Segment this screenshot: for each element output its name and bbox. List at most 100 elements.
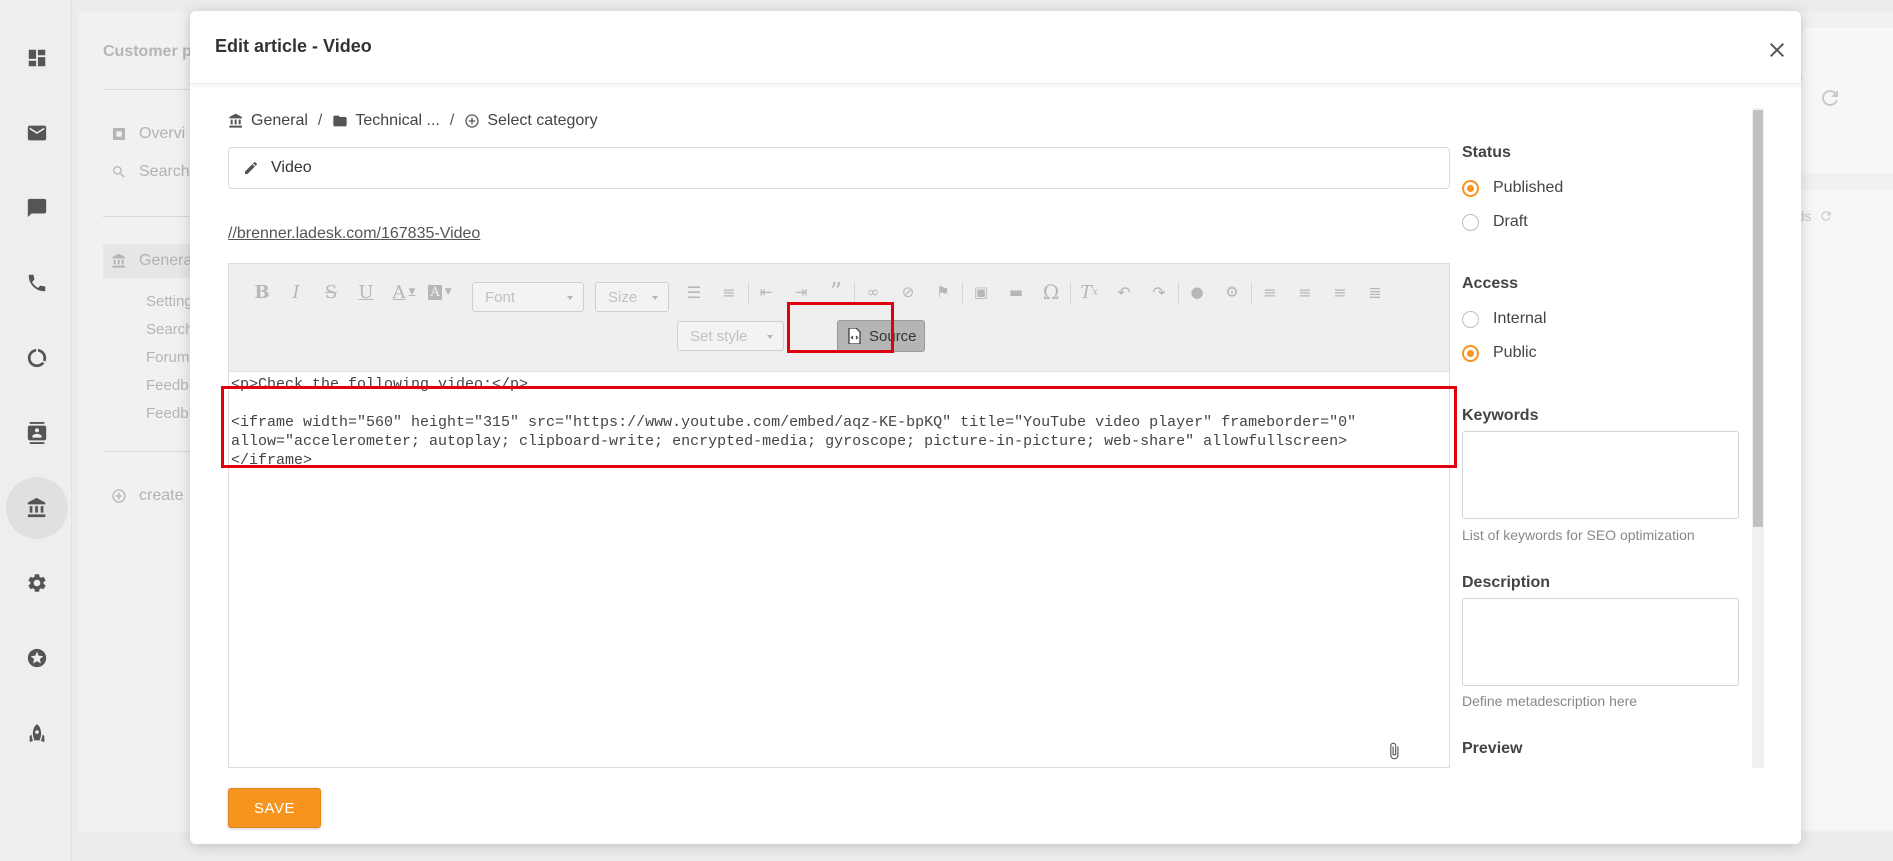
chat-icon[interactable] <box>6 177 68 239</box>
align-left-icon[interactable]: ≡ <box>1256 278 1284 306</box>
anchor-flag-icon[interactable]: ⚑ <box>929 278 957 306</box>
bold-button[interactable]: B <box>248 278 276 306</box>
remove-format-icon[interactable]: Tx <box>1075 278 1103 306</box>
pencil-icon <box>245 161 258 174</box>
breadcrumb-technical[interactable]: Technical ... <box>332 112 440 130</box>
modal-title: Edit article - Video <box>215 36 372 56</box>
background-sub-item: Feedb <box>146 377 189 394</box>
keywords-label: Keywords <box>1462 407 1539 424</box>
attachment-icon[interactable] <box>1385 742 1403 760</box>
radio-unselected-icon <box>1462 310 1479 328</box>
image-icon[interactable]: ▣ <box>967 278 995 306</box>
align-right-icon[interactable]: ≡ <box>1291 278 1319 306</box>
edit-article-modal: Edit article - Video General / Technical… <box>190 11 1801 844</box>
article-url-link[interactable]: //brenner.ladesk.com/167835-Video <box>228 225 480 243</box>
breadcrumb: General / Technical ... / Select categor… <box>228 112 598 130</box>
outdent-icon[interactable]: ⇤ <box>752 278 780 306</box>
keywords-hint: List of keywords for SEO optimization <box>1462 527 1695 543</box>
background-sub-item: Search <box>146 321 194 338</box>
background-section-title: Customer po <box>103 43 202 60</box>
code-line: <p>Check the following video:</p> <box>231 376 529 393</box>
blockquote-icon[interactable]: ” <box>822 278 850 306</box>
access-label: Access <box>1462 275 1519 292</box>
breadcrumb-general[interactable]: General <box>228 112 308 130</box>
toolbar-separator <box>962 282 963 304</box>
modal-scrollbar[interactable] <box>1752 108 1764 768</box>
star-badge-icon[interactable] <box>6 627 68 689</box>
code-line: <iframe width="560" height="315" src="ht… <box>231 414 1357 431</box>
bank-icon <box>112 253 125 268</box>
numbered-list-icon[interactable]: ☰ <box>680 278 708 306</box>
background-sub-item: Forum <box>146 349 190 366</box>
reports-icon[interactable] <box>6 327 68 389</box>
toolbar-separator <box>1070 282 1071 304</box>
horizontal-line-icon[interactable]: ▬ <box>1002 278 1030 306</box>
search-icon <box>113 166 125 178</box>
background-color-button[interactable]: A ▼ <box>424 278 456 306</box>
save-button[interactable]: SAVE <box>228 788 321 828</box>
source-code-area[interactable]: <p>Check the following video:</p> <ifram… <box>229 372 1449 767</box>
source-document-icon <box>848 328 861 344</box>
article-title-field[interactable] <box>228 147 1450 189</box>
speech-settings-icon[interactable]: ⚙ <box>1218 278 1246 306</box>
contacts-icon[interactable] <box>6 402 68 464</box>
size-select[interactable]: Size <box>595 282 669 312</box>
status-label: Status <box>1462 144 1511 161</box>
bullet-list-icon[interactable]: ≡ <box>715 278 743 306</box>
breadcrumb-separator: / <box>449 112 455 129</box>
description-textarea[interactable] <box>1462 598 1739 686</box>
background-divider <box>103 451 193 452</box>
rich-text-editor: B I S U A ▼ A ▼ Font Size ☰ ≡ ⇤ ⇥ ” ∞ ⊘ ⚑ … <box>228 263 1450 768</box>
source-button[interactable]: Source <box>837 320 925 352</box>
unlink-icon[interactable]: ⊘ <box>894 278 922 306</box>
breadcrumb-select-category[interactable]: Select category <box>464 112 598 130</box>
access-internal-radio[interactable]: Internal <box>1462 310 1546 328</box>
toolbar-separator <box>1251 282 1252 304</box>
microphone-icon[interactable]: ● <box>1183 278 1211 306</box>
knowledgebase-icon[interactable] <box>6 477 68 539</box>
keywords-textarea[interactable] <box>1462 431 1739 519</box>
text-color-button[interactable]: A ▼ <box>388 278 420 306</box>
article-title-input[interactable] <box>271 159 1421 177</box>
refresh-icon <box>1821 211 1832 221</box>
align-justify-icon[interactable]: ≣ <box>1361 278 1389 306</box>
status-published-radio[interactable]: Published <box>1462 179 1563 197</box>
undo-icon[interactable]: ↶ <box>1110 278 1138 306</box>
status-draft-radio[interactable]: Draft <box>1462 213 1528 231</box>
background-item-general: Genera <box>103 244 193 278</box>
code-line: </iframe> <box>231 452 313 469</box>
rocket-icon[interactable] <box>6 702 68 764</box>
background-divider <box>103 216 193 217</box>
align-center-icon[interactable]: ≡ <box>1326 278 1354 306</box>
access-public-radio[interactable]: Public <box>1462 344 1537 362</box>
settings-icon[interactable] <box>6 552 68 614</box>
special-character-icon[interactable]: Ω <box>1037 278 1065 306</box>
underline-button[interactable]: U <box>352 278 380 306</box>
scrollbar-thumb[interactable] <box>1753 110 1763 527</box>
indent-icon[interactable]: ⇥ <box>787 278 815 306</box>
dashboard-icon[interactable] <box>6 27 68 89</box>
mail-icon[interactable] <box>6 102 68 164</box>
code-line: allow="accelerometer; autoplay; clipboar… <box>231 433 1348 450</box>
close-icon[interactable] <box>1765 38 1789 62</box>
left-nav-rail <box>0 0 72 861</box>
overview-icon <box>113 128 125 140</box>
link-icon[interactable]: ∞ <box>859 278 887 306</box>
background-item-search: Search <box>111 163 190 181</box>
style-select[interactable]: Set style <box>677 321 784 351</box>
description-hint: Define metadescription here <box>1462 693 1638 709</box>
folder-icon <box>333 115 348 127</box>
preview-label: Preview <box>1462 740 1523 757</box>
background-card <box>1800 190 1893 830</box>
toolbar-separator <box>1178 282 1179 304</box>
background-card <box>1800 28 1893 173</box>
background-sub-item: Setting <box>146 293 193 310</box>
toolbar-separator <box>854 282 855 304</box>
italic-button[interactable]: I <box>282 278 310 306</box>
strikethrough-button[interactable]: S <box>317 278 345 306</box>
phone-icon[interactable] <box>6 252 68 314</box>
redo-icon[interactable]: ↷ <box>1145 278 1173 306</box>
modal-header: Edit article - Video <box>190 11 1801 84</box>
font-select[interactable]: Font <box>472 282 584 312</box>
background-divider <box>103 89 193 90</box>
